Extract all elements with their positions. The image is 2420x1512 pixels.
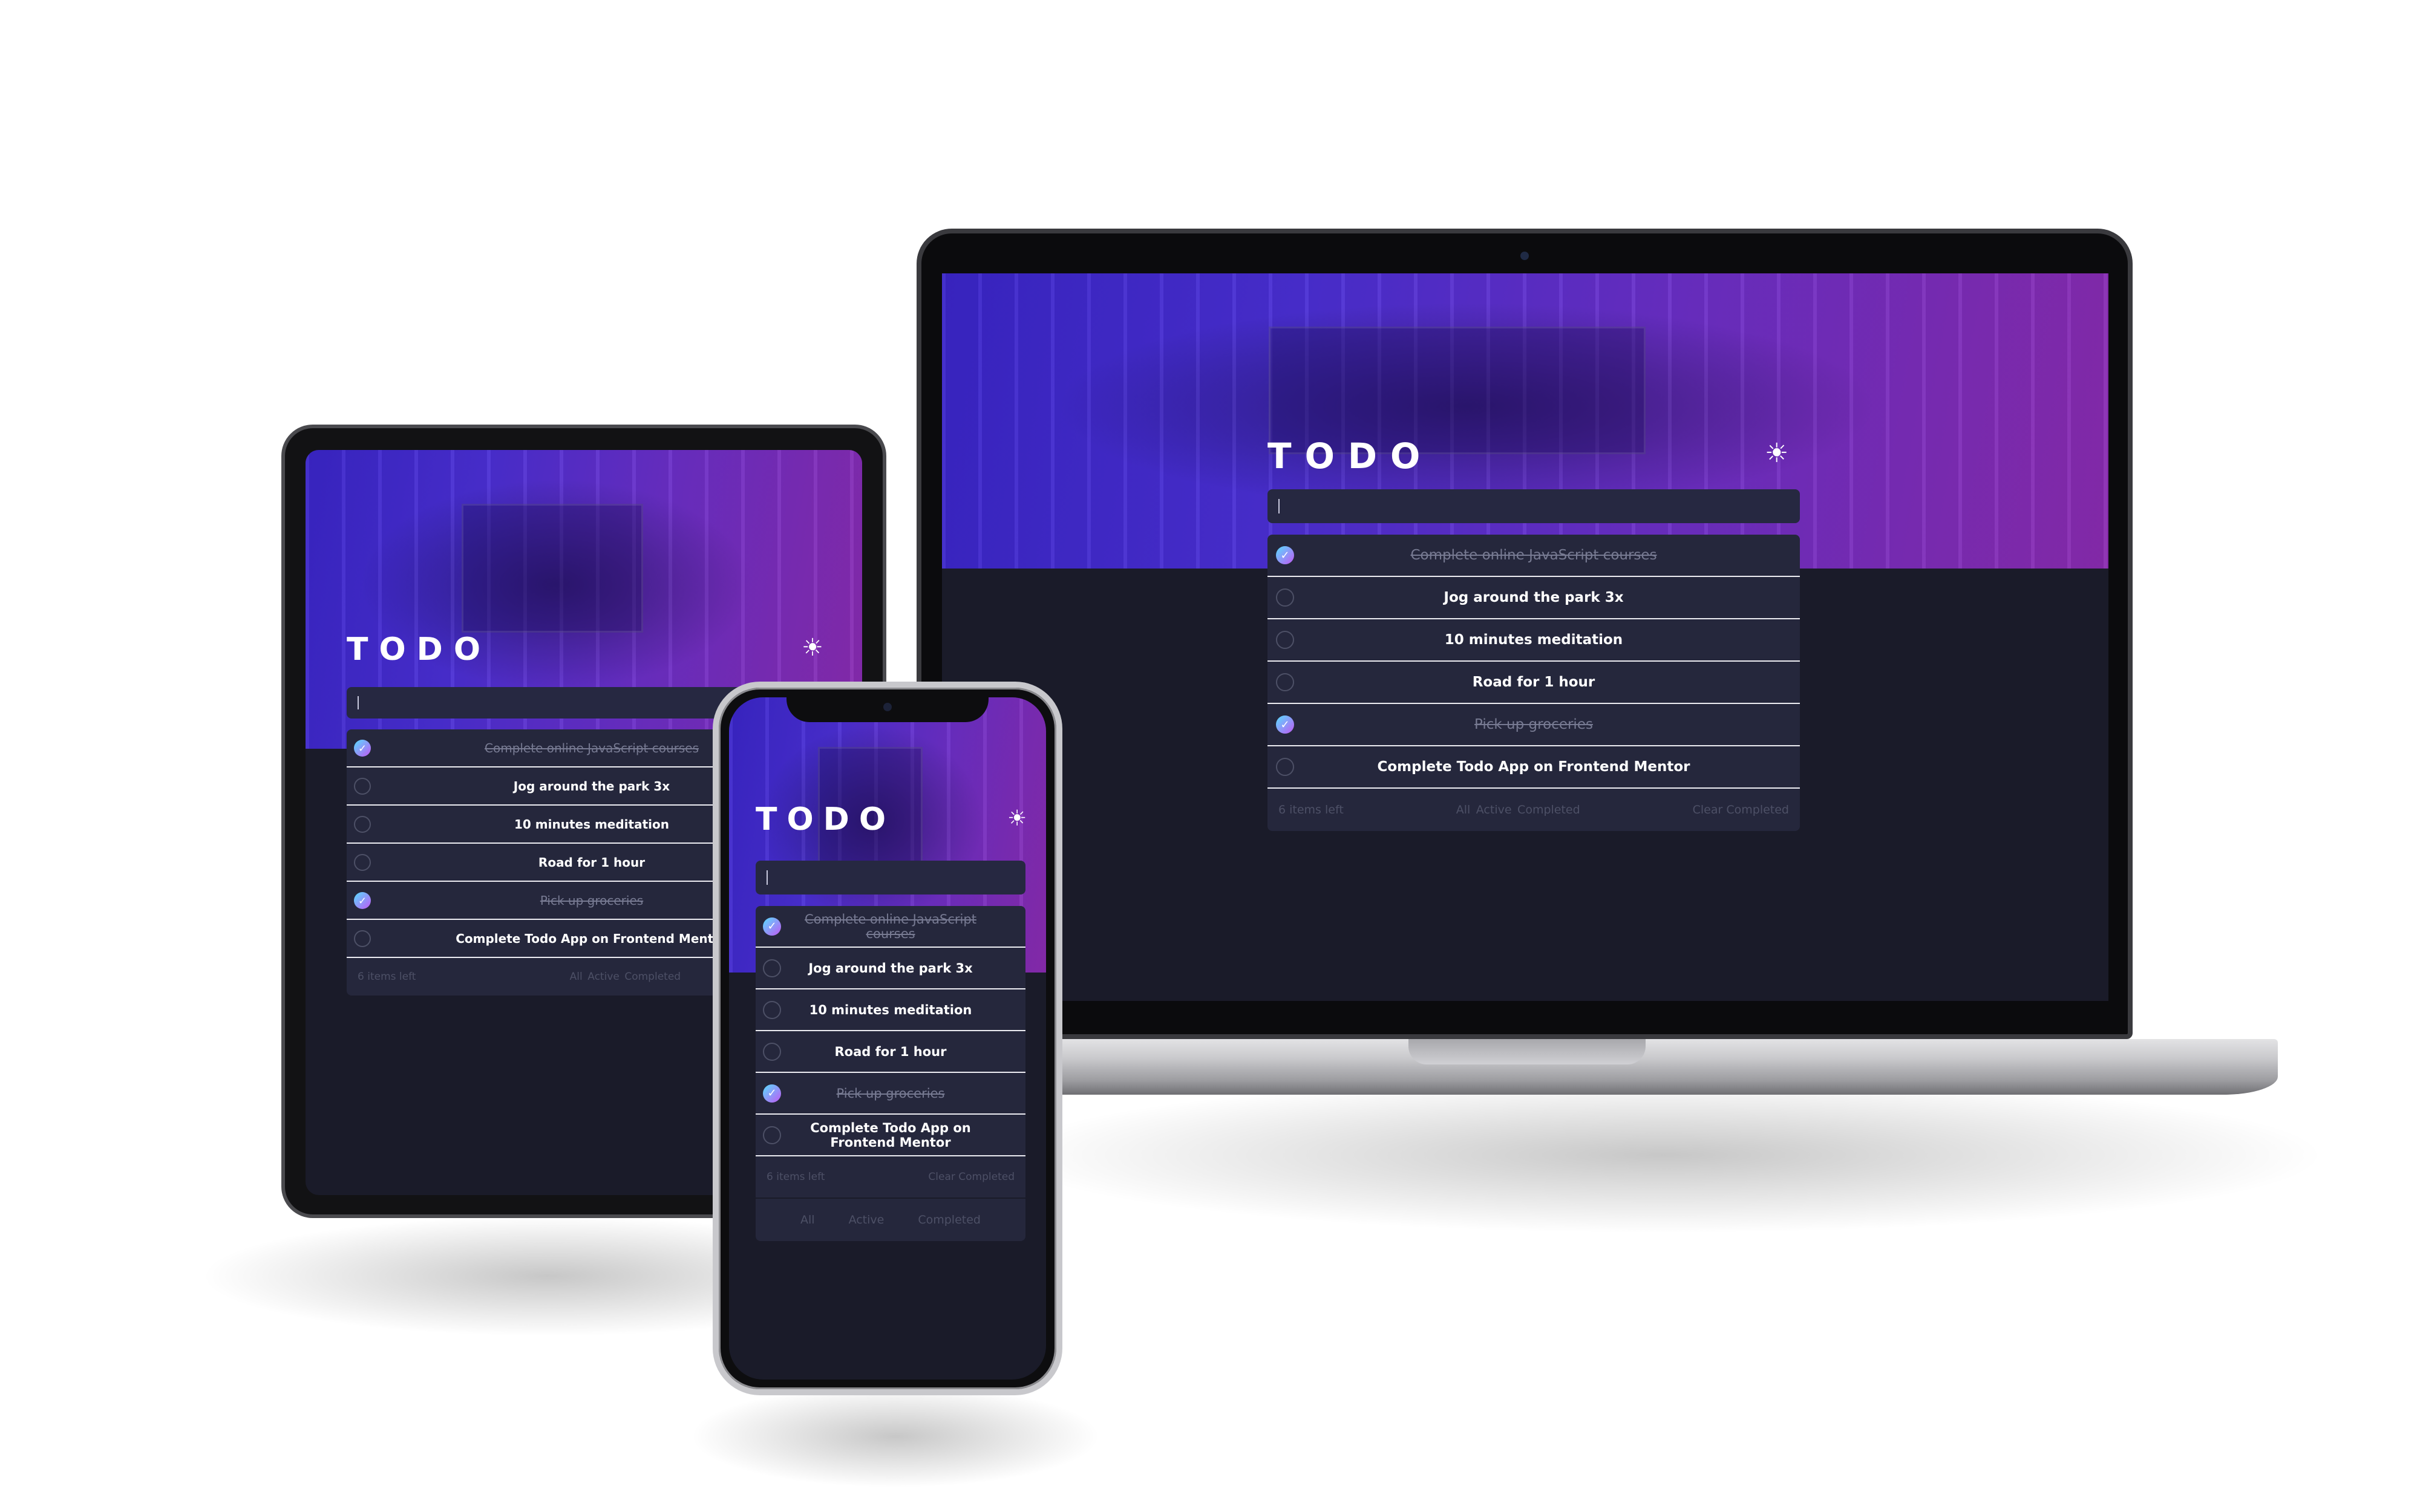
filter-group: All Active Completed <box>783 1213 998 1227</box>
check-circle-icon[interactable] <box>1276 758 1294 776</box>
todo-text: Jog around the park 3x <box>808 960 973 976</box>
todo-text: Road for 1 hour <box>834 1044 947 1059</box>
filter-active[interactable]: Active <box>1476 803 1512 816</box>
todo-item[interactable]: 10 minutes meditation <box>756 989 1025 1031</box>
hero-corridor-shape <box>461 503 643 633</box>
todo-item[interactable]: Jog around the park 3x <box>756 948 1025 989</box>
new-todo-input[interactable] <box>756 861 1025 894</box>
items-left-counter: 6 items left <box>1278 803 1344 816</box>
laptop-shadow <box>998 1077 2329 1234</box>
phone-notch <box>786 696 989 722</box>
laptop-trackpad-notch <box>1408 1039 1646 1064</box>
check-circle-icon[interactable] <box>763 1042 781 1061</box>
todo-text: Complete online JavaScript courses <box>1410 547 1657 563</box>
check-circle-icon[interactable] <box>1276 588 1294 607</box>
todo-text: 10 minutes meditation <box>514 816 669 832</box>
sun-icon[interactable]: ☀ <box>1007 806 1027 831</box>
todo-text: Complete online JavaScript courses <box>805 911 976 941</box>
filter-active[interactable]: Active <box>587 971 620 983</box>
todo-text: Complete Todo App on Frontend Mentor <box>810 1120 971 1150</box>
phone-shadow <box>690 1385 1101 1488</box>
check-circle-icon[interactable] <box>763 1126 781 1144</box>
input-caret <box>1278 498 1280 514</box>
todo-text: Complete Todo App on Frontend Mentor <box>456 931 728 946</box>
todo-item[interactable]: Jog around the park 3x <box>1267 577 1800 619</box>
check-circle-icon[interactable] <box>354 853 371 871</box>
clear-completed-button[interactable]: Clear Completed <box>928 1171 1015 1183</box>
todo-item[interactable]: Complete Todo App on Frontend Mentor <box>1267 746 1800 789</box>
app-title: TODO <box>347 631 492 668</box>
check-circle-icon[interactable]: ✓ <box>354 739 371 757</box>
clear-completed-button[interactable]: Clear Completed <box>1693 803 1789 816</box>
todo-text: Pick up groceries <box>540 893 644 908</box>
hero-banner <box>942 273 2108 569</box>
check-circle-icon[interactable] <box>763 959 781 977</box>
todo-item[interactable]: ✓ Pick up groceries <box>756 1073 1025 1115</box>
todo-item[interactable]: ✓ Pick up groceries <box>1267 704 1800 746</box>
todo-text: Pick up groceries <box>836 1086 945 1101</box>
todo-item[interactable]: Complete Todo App on Frontend Mentor <box>756 1115 1025 1156</box>
filter-all[interactable]: All <box>1456 803 1471 816</box>
phone-camera <box>883 703 892 711</box>
items-left-counter: 6 items left <box>358 971 416 983</box>
check-circle-icon[interactable]: ✓ <box>354 891 371 909</box>
check-circle-icon[interactable] <box>763 1000 781 1019</box>
filter-group: All Active Completed <box>1453 803 1583 816</box>
todo-list: ✓ Complete online JavaScript courses Jog… <box>756 906 1025 1241</box>
sun-icon[interactable]: ☀ <box>802 634 823 662</box>
todo-item[interactable]: Road for 1 hour <box>1267 662 1800 704</box>
filter-completed[interactable]: Completed <box>1517 803 1580 816</box>
filter-all[interactable]: All <box>570 971 583 983</box>
filter-all[interactable]: All <box>800 1213 815 1227</box>
laptop-screen: TODO ☀ ✓ Complete online JavaScript cour… <box>942 273 2108 1001</box>
items-left-counter: 6 items left <box>767 1171 825 1183</box>
app-title: TODO <box>756 801 896 838</box>
list-footer: 6 items left All Active Completed Clear Comp… <box>1267 789 1800 831</box>
todo-text: Complete online JavaScript courses <box>485 740 699 755</box>
app-title: TODO <box>1267 435 1434 477</box>
new-todo-input[interactable] <box>1267 489 1800 523</box>
todo-item[interactable]: ✓ Complete online JavaScript courses <box>756 906 1025 948</box>
todo-text: Complete Todo App on Frontend Mentor <box>1377 759 1690 775</box>
filter-bar: All Active Completed <box>756 1199 1025 1241</box>
check-circle-icon[interactable] <box>354 930 371 947</box>
todo-item[interactable]: 10 minutes meditation <box>1267 619 1800 662</box>
filter-completed[interactable]: Completed <box>624 971 681 983</box>
laptop-camera <box>1520 252 1529 260</box>
todo-text: Road for 1 hour <box>538 855 646 870</box>
check-circle-icon[interactable]: ✓ <box>1276 546 1294 564</box>
filter-completed[interactable]: Completed <box>918 1213 981 1227</box>
list-footer: 6 items left Clear Completed <box>756 1156 1025 1199</box>
check-circle-icon[interactable]: ✓ <box>1276 715 1294 734</box>
todo-text: Jog around the park 3x <box>513 778 670 793</box>
phone-screen: TODO ☀ ✓ Complete online JavaScript cour… <box>729 697 1046 1380</box>
check-circle-icon[interactable] <box>1276 673 1294 691</box>
check-circle-icon[interactable] <box>354 777 371 795</box>
sun-icon[interactable]: ☀ <box>1765 438 1788 469</box>
todo-item[interactable]: Road for 1 hour <box>756 1031 1025 1073</box>
todo-list: ✓ Complete online JavaScript courses Jog… <box>1267 535 1800 831</box>
check-circle-icon[interactable] <box>354 815 371 833</box>
todo-text: 10 minutes meditation <box>1444 632 1623 648</box>
todo-text: Road for 1 hour <box>1472 674 1595 690</box>
todo-item[interactable]: ✓ Complete online JavaScript courses <box>1267 535 1800 577</box>
todo-text: Jog around the park 3x <box>1444 590 1624 605</box>
check-circle-icon[interactable]: ✓ <box>763 917 781 936</box>
todo-text: Pick up groceries <box>1474 717 1593 732</box>
check-circle-icon[interactable] <box>1276 631 1294 649</box>
filter-group: All Active Completed <box>567 971 683 983</box>
input-caret <box>358 696 359 710</box>
check-circle-icon[interactable]: ✓ <box>763 1084 781 1103</box>
filter-active[interactable]: Active <box>849 1213 885 1227</box>
input-caret <box>767 870 768 885</box>
todo-text: 10 minutes meditation <box>809 1002 972 1017</box>
